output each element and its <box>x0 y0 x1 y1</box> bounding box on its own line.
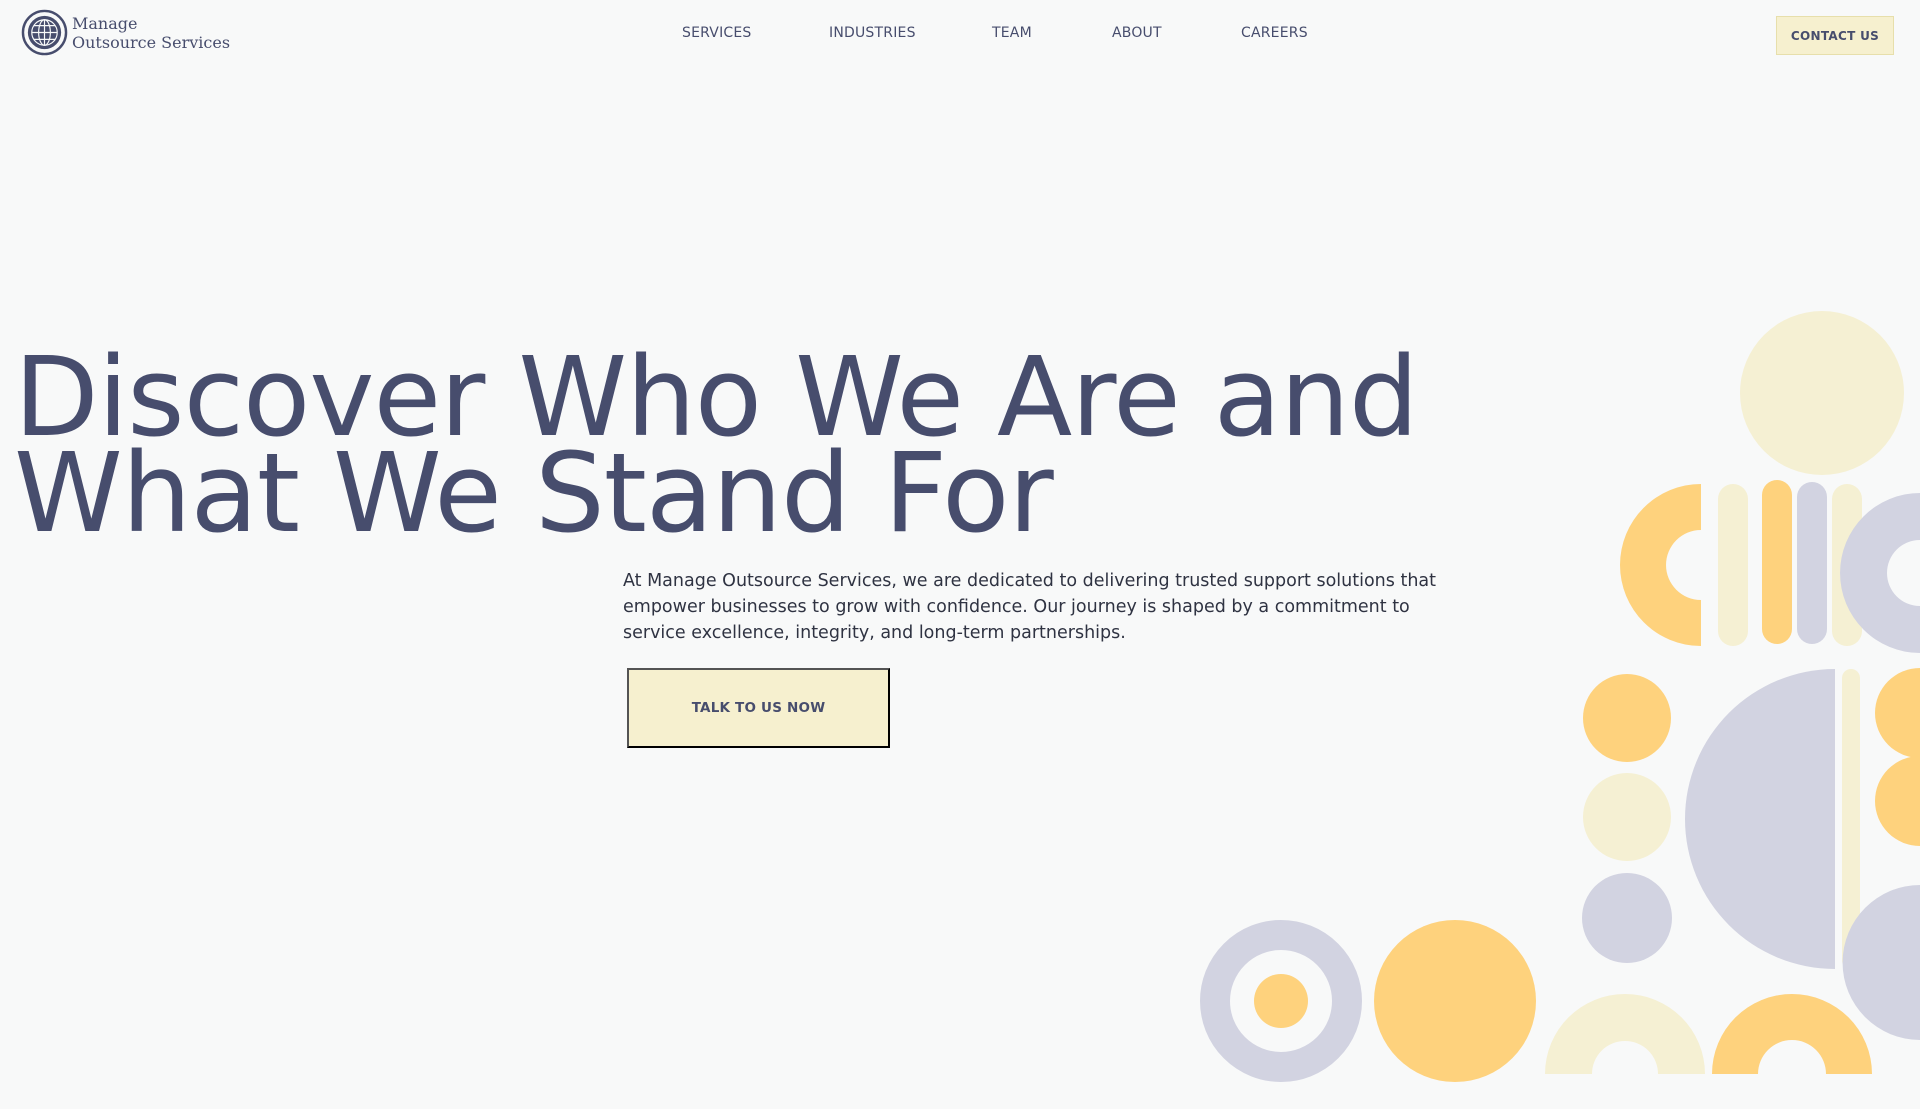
deco-pill-yellow <box>1762 480 1792 644</box>
deco-yellow-arch <box>1712 994 1872 1074</box>
brand-logo[interactable]: Manage Outsource Services <box>21 9 230 56</box>
nav-item-industries[interactable]: INDUSTRIES <box>829 25 916 41</box>
nav-item-team[interactable]: TEAM <box>992 25 1032 41</box>
deco-yellow-circle-small <box>1583 674 1671 762</box>
deco-yellow-arc <box>1620 484 1701 646</box>
deco-pale-arch <box>1545 994 1705 1074</box>
deco-yellow-half-top <box>1875 668 1920 758</box>
brand-name: Manage Outsource Services <box>72 14 230 52</box>
globe-icon <box>21 9 68 56</box>
nav-item-services[interactable]: SERVICES <box>682 25 752 41</box>
deco-pill-lavender <box>1797 482 1827 644</box>
site-header: Manage Outsource Services SERVICES INDUS… <box>0 0 1920 70</box>
brand-name-line1: Manage <box>72 13 138 33</box>
deco-pale-circle-small <box>1583 773 1671 861</box>
deco-pill-pale-1 <box>1718 484 1748 646</box>
deco-yellow-half-bottom <box>1875 756 1920 846</box>
brand-name-line2: Outsource Services <box>72 32 231 52</box>
deco-lavender-circle-small <box>1582 873 1672 963</box>
deco-lavender-half-circle <box>1685 669 1835 969</box>
decorative-shapes <box>1200 311 1920 1082</box>
talk-to-us-button[interactable]: TALK TO US NOW <box>627 668 890 748</box>
contact-us-button[interactable]: CONTACT US <box>1776 16 1894 55</box>
nav-item-about[interactable]: ABOUT <box>1112 25 1162 41</box>
deco-yellow-circle-large <box>1374 920 1536 1082</box>
deco-yellow-dot <box>1254 974 1308 1028</box>
nav-item-careers[interactable]: CAREERS <box>1241 25 1308 41</box>
deco-pale-circle-top <box>1740 311 1904 475</box>
